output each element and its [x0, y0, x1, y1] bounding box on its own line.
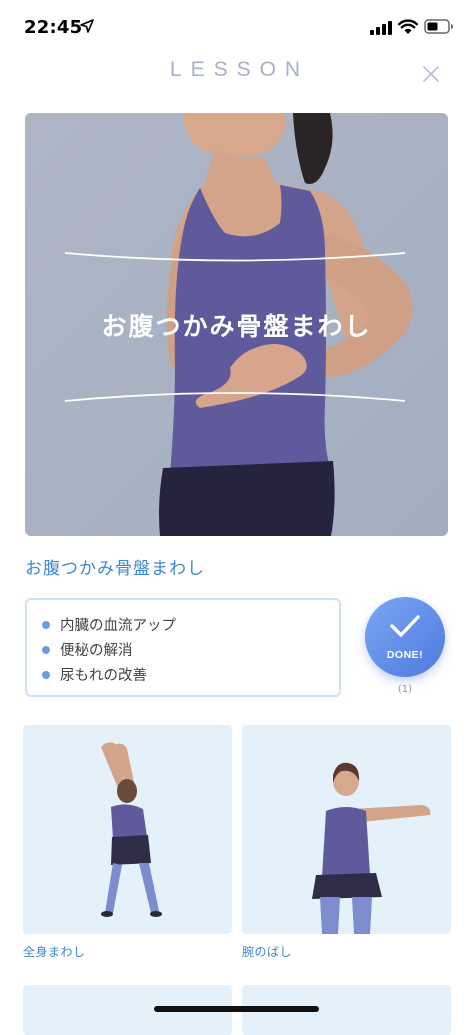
bullet-icon — [42, 670, 50, 679]
benefit-text: 内臓の血流アップ — [60, 618, 176, 634]
list-item: 内臓の血流アップ — [42, 612, 339, 637]
home-indicator[interactable] — [154, 1006, 319, 1012]
lesson-card[interactable]: 腕のばし — [242, 725, 451, 960]
list-item: 便秘の解消 — [42, 637, 339, 662]
lesson-photo — [242, 725, 451, 934]
lesson-title: お腹つかみ骨盤まわし — [25, 559, 205, 579]
lesson-card-image — [23, 725, 232, 934]
lesson-card-label: 全身まわし — [23, 945, 86, 959]
done-label: DONE! — [386, 649, 424, 661]
bullet-icon — [42, 645, 50, 654]
location-arrow-icon — [80, 19, 94, 33]
page-title: LESSON — [169, 58, 310, 81]
benefit-text: 尿もれの改善 — [60, 668, 147, 684]
close-icon[interactable] — [420, 63, 442, 85]
status-bar: 22:45 — [0, 0, 473, 54]
hero-title: お腹つかみ骨盤まわし — [101, 312, 372, 341]
wifi-icon — [398, 19, 418, 34]
benefit-text: 便秘の解消 — [60, 643, 133, 659]
lesson-card-image — [242, 725, 451, 934]
bullet-icon — [42, 620, 50, 629]
benefits-list: 内臓の血流アップ 便秘の解消 尿もれの改善 — [25, 598, 341, 697]
signal-icon — [370, 21, 392, 35]
status-time: 22:45 — [24, 17, 83, 38]
checkmark-icon — [390, 615, 420, 637]
lesson-card[interactable]: 全身まわし — [23, 725, 232, 960]
lesson-card-label: 腕のばし — [242, 945, 293, 959]
battery-icon — [424, 19, 453, 34]
list-item: 尿もれの改善 — [42, 662, 339, 687]
lesson-photo — [23, 725, 232, 934]
done-count: (1) — [397, 684, 413, 695]
done-button[interactable]: DONE! — [365, 597, 445, 677]
